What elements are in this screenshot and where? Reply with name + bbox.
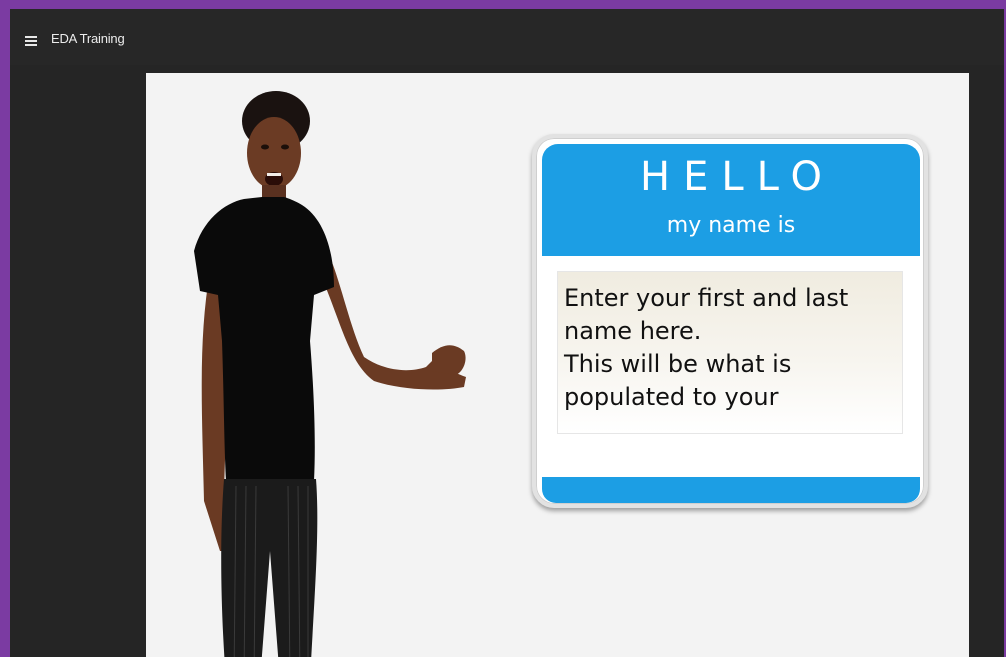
top-bar: EDA Training [10,9,1004,65]
app-window: EDA Training HELLO my name is Enter your… [0,0,1006,657]
presenter-illustration [194,91,466,657]
slide-stage: HELLO my name is Enter your first and la… [146,73,969,657]
name-input-text: Enter your first and last name here. Thi… [564,284,849,411]
name-tag: HELLO my name is Enter your first and la… [532,134,928,508]
name-tag-footer [542,477,920,503]
hello-heading: HELLO [640,154,835,200]
hamburger-menu-icon[interactable] [25,36,37,46]
name-input-field[interactable]: Enter your first and last name here. Thi… [557,271,903,434]
app-title: EDA Training [51,31,125,46]
name-tag-header: HELLO my name is [542,144,920,256]
my-name-is-label: my name is [666,213,796,238]
